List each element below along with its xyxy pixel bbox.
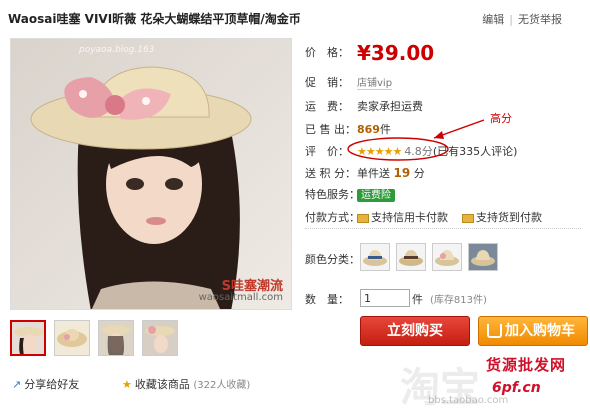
thumbnail-image bbox=[55, 321, 89, 355]
color-label: 颜色分类： bbox=[305, 253, 360, 266]
favorite-count: (322人收藏) bbox=[193, 380, 251, 391]
swatch-image bbox=[435, 250, 459, 266]
cash-on-delivery-icon bbox=[462, 213, 474, 223]
price-row: 价 格： ¥39.00 bbox=[305, 41, 434, 65]
shipping-value: 卖家承担运费 bbox=[357, 100, 423, 113]
annotation-arrowhead bbox=[434, 131, 444, 139]
annotation-arrow bbox=[433, 119, 485, 139]
points-unit: 分 bbox=[413, 167, 425, 180]
swatch-image bbox=[363, 250, 387, 266]
shipping-insurance-badge[interactable]: 运费险 bbox=[357, 189, 395, 202]
store-logo: S哇塞潮流 bbox=[221, 279, 283, 294]
thumbnail-image bbox=[143, 321, 177, 355]
rating-row: 评 价： ★★★★★ 4.8分(已有335人评论) bbox=[305, 143, 517, 159]
taobao-url-watermark: bbs.taobao.com bbox=[428, 395, 509, 406]
favorite-label: 收藏该商品 bbox=[134, 378, 190, 391]
payment-credit[interactable]: 支持信用卡付款 bbox=[371, 211, 448, 224]
stock-count: (库存813件) bbox=[430, 295, 487, 306]
payment-label: 付款方式： bbox=[305, 211, 360, 224]
edit-link[interactable]: 编辑 bbox=[482, 13, 504, 26]
sold-label: 已 售 出： bbox=[305, 123, 356, 136]
share-label: 分享给好友 bbox=[24, 378, 80, 391]
color-option-1[interactable] bbox=[360, 243, 390, 271]
add-to-cart-button[interactable]: 加入购物车 bbox=[478, 316, 588, 346]
annotation-text: 高分 bbox=[490, 112, 512, 125]
shipping-label: 运 费： bbox=[305, 100, 349, 113]
thumbnail-1[interactable] bbox=[10, 320, 46, 356]
section-divider bbox=[305, 228, 581, 229]
rating-label: 评 价： bbox=[305, 145, 349, 158]
points-prefix: 单件送 bbox=[357, 167, 390, 180]
link-separator: | bbox=[509, 13, 513, 26]
share-link[interactable]: ↗ 分享给好友 bbox=[12, 376, 79, 392]
product-photo-illustration bbox=[11, 39, 291, 309]
share-icon: ↗ bbox=[12, 378, 22, 391]
photo-watermark-top: poyaoa.blog.163 bbox=[79, 45, 155, 55]
payment-row: 付款方式： 支持信用卡付款 支持货到付款 bbox=[305, 209, 542, 225]
thumbnail-4[interactable] bbox=[142, 320, 178, 356]
swatch-image bbox=[399, 250, 423, 266]
folder-star-icon: ★ bbox=[122, 378, 132, 391]
special-service-label: 特色服务： bbox=[305, 188, 360, 201]
thumbnail-image bbox=[99, 321, 133, 355]
color-option-2[interactable] bbox=[396, 243, 426, 271]
swatch-image bbox=[469, 244, 497, 270]
credit-card-icon bbox=[357, 213, 369, 223]
points-value: 19 bbox=[393, 166, 411, 180]
special-service-row: 特色服务：运费险 bbox=[305, 186, 395, 202]
sold-count: 869 bbox=[357, 123, 380, 136]
rating-score: 4.8分 bbox=[404, 145, 433, 158]
site-url-watermark: 6pf.cn bbox=[492, 380, 541, 396]
promo-value[interactable]: 店铺vip bbox=[357, 78, 393, 90]
thumbnail-2[interactable] bbox=[54, 320, 90, 356]
buy-now-button[interactable]: 立刻购买 bbox=[360, 316, 470, 346]
color-swatches bbox=[360, 243, 504, 271]
main-product-photo[interactable]: poyaoa.blog.163 S哇塞潮流 waosaitmall.com bbox=[10, 38, 292, 310]
quantity-label-row: 数 量： bbox=[305, 291, 349, 307]
thumbnail-strip bbox=[10, 320, 186, 356]
shipping-row: 运 费： 卖家承担运费 bbox=[305, 98, 423, 114]
site-name-watermark: 货源批发网 bbox=[486, 356, 567, 374]
color-label-row: 颜色分类： bbox=[305, 251, 360, 267]
product-title: Waosai哇塞 VIVI昕薇 花朵大蝴蝶结平顶草帽/淘金币 bbox=[8, 12, 301, 26]
sold-row: 已 售 出：869件 bbox=[305, 121, 391, 137]
add-to-cart-label: 加入购物车 bbox=[505, 323, 575, 339]
rating-stars-icon: ★★★★★ bbox=[357, 145, 402, 158]
favorite-link[interactable]: ★ 收藏该商品 (322人收藏) bbox=[122, 376, 250, 392]
color-option-4[interactable] bbox=[468, 243, 498, 271]
review-count-link[interactable]: (已有335人评论) bbox=[433, 145, 518, 158]
cart-icon bbox=[487, 324, 502, 338]
quantity-input[interactable] bbox=[360, 289, 410, 307]
quantity-unit: 件 bbox=[412, 293, 423, 306]
points-label: 送 积 分： bbox=[305, 167, 356, 180]
thumbnail-image bbox=[12, 322, 44, 354]
report-link[interactable]: 无货举报 bbox=[518, 13, 562, 26]
payment-cod[interactable]: 支持货到付款 bbox=[476, 211, 542, 224]
price-value: ¥39.00 bbox=[357, 41, 435, 65]
top-links: 编辑 | 无货举报 bbox=[482, 11, 562, 27]
store-url-watermark: waosaitmall.com bbox=[198, 292, 283, 303]
photo-watermark-bottom: S哇塞潮流 waosaitmall.com bbox=[198, 279, 283, 303]
quantity-label: 数 量： bbox=[305, 293, 349, 306]
promo-label: 促 销： bbox=[305, 76, 349, 89]
thumbnail-3[interactable] bbox=[98, 320, 134, 356]
sold-unit: 件 bbox=[379, 123, 391, 136]
color-option-3[interactable] bbox=[432, 243, 462, 271]
price-label: 价 格： bbox=[305, 46, 349, 59]
points-row: 送 积 分：单件送 19 分 bbox=[305, 165, 425, 181]
promo-row: 促 销： 店铺vip bbox=[305, 74, 393, 90]
